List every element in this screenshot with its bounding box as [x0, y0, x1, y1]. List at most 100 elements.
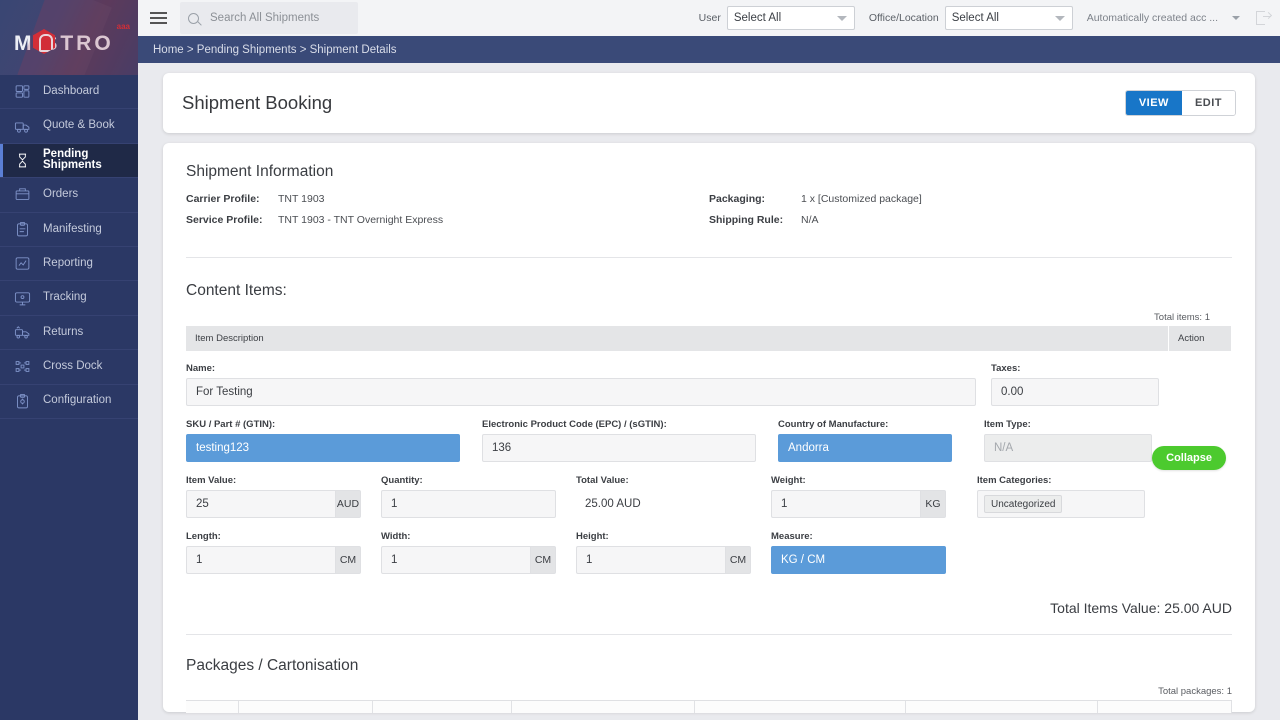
field-measure: Measure: KG / CM [771, 531, 946, 574]
hamburger-icon[interactable] [138, 0, 178, 36]
shipment-info-left-column: Carrier Profile: TNT 1903 Service Profile:… [186, 193, 709, 235]
content-item-form: Name: For Testing Taxes: 0.00 SKU / Part… [163, 351, 1255, 574]
label-total-value: Total Value: [576, 475, 629, 486]
chevron-down-icon [1232, 16, 1240, 20]
info-row: Shipping Rule: N/A [709, 214, 1232, 226]
view-edit-toggle: VIEW EDIT [1124, 90, 1236, 116]
suffix-item-value-currency: AUD [335, 490, 361, 518]
suffix-width-unit: CM [530, 546, 556, 574]
input-item-type[interactable]: N/A [984, 434, 1152, 462]
office-filter-select[interactable]: Select All [944, 6, 1073, 30]
total-items-count: Total items: 1 [1154, 312, 1210, 323]
sidebar-item-returns[interactable]: Returns [0, 316, 138, 351]
monitor-tracking-icon [10, 288, 34, 308]
truck-quote-icon [10, 116, 34, 136]
shipment-information-grid: Carrier Profile: TNT 1903 Service Profile:… [163, 193, 1255, 235]
form-row-values: Item Value: 25 AUD Quantity: 1 Total Val… [186, 475, 1232, 518]
user-filter-select[interactable]: Select All [726, 6, 855, 30]
packages-column-divider [186, 701, 239, 713]
packages-column-divider [238, 701, 374, 713]
sidebar-item-cross-dock[interactable]: Cross Dock [0, 350, 138, 385]
input-measure[interactable]: KG / CM [771, 546, 946, 574]
form-row-name: Name: For Testing Taxes: 0.00 [186, 363, 1232, 406]
edit-button[interactable]: EDIT [1181, 91, 1235, 115]
info-key: Shipping Rule: [709, 214, 784, 226]
search-icon [188, 12, 199, 24]
logo-hexagon-icon [33, 29, 55, 54]
search-box[interactable] [180, 2, 358, 34]
view-button[interactable]: VIEW [1125, 91, 1182, 115]
packages-heading: Packages / Cartonisation [186, 657, 359, 674]
input-weight[interactable]: 1 [771, 490, 920, 518]
sidebar-item-quote-book[interactable]: Quote & Book [0, 109, 138, 144]
chip-uncategorized[interactable]: Uncategorized [984, 495, 1063, 513]
input-height[interactable]: 1 [576, 546, 725, 574]
field-weight: Weight: 1 KG [771, 475, 946, 518]
sidebar-item-label: Reporting [43, 256, 93, 269]
search-input[interactable] [210, 12, 350, 24]
page-title-card: Shipment Booking VIEW EDIT [163, 73, 1255, 133]
label-taxes: Taxes: [991, 363, 1021, 374]
input-name[interactable]: For Testing [186, 378, 976, 406]
office-filter-value: Select All [951, 12, 999, 24]
sidebar-item-label: Returns [43, 325, 84, 338]
sidebar-item-label: Tracking [43, 291, 87, 304]
hourglass-icon [10, 150, 34, 170]
sidebar-item-dashboard[interactable]: Dashboard [0, 75, 138, 110]
packages-column-divider [694, 701, 906, 713]
suffix-length-unit: CM [335, 546, 361, 574]
form-row-identifiers: SKU / Part # (GTIN): testing123 Electron… [186, 419, 1232, 462]
collapse-button[interactable]: Collapse [1152, 446, 1226, 470]
sidebar-item-label: Configuration [43, 394, 112, 407]
clipboard-icon [10, 219, 34, 239]
topbar-right-controls: User Select All Office/Location Select A… [699, 6, 1280, 30]
sidebar-item-reporting[interactable]: Reporting [0, 247, 138, 282]
packages-table-header [186, 700, 1233, 713]
sidebar-item-pending-shipments[interactable]: Pending Shipments [0, 143, 138, 179]
content-items-table-header: Item Description Action [186, 326, 1232, 351]
input-length[interactable]: 1 [186, 546, 335, 574]
user-filter-value: Select All [733, 12, 782, 24]
info-row: Service Profile: TNT 1903 - TNT Overnight… [186, 214, 709, 226]
breadcrumb[interactable]: Home > Pending Shipments > Shipment Deta… [138, 36, 1280, 63]
input-country-of-manufacture[interactable]: Andorra [778, 434, 952, 462]
sidebar-item-tracking[interactable]: Tracking [0, 281, 138, 316]
field-total-value: Total Value: 25.00 AUD [576, 475, 751, 518]
packages-column-divider [1097, 701, 1233, 713]
total-items-value: Total Items Value: 25.00 AUD [1050, 600, 1232, 616]
input-epc[interactable]: 136 [482, 434, 756, 462]
packages-column-divider [373, 701, 513, 713]
sidebar-item-configuration[interactable]: Configuration [0, 385, 138, 419]
packages-column-divider [905, 701, 1098, 713]
logo-superscript: aaa [116, 22, 130, 31]
input-quantity[interactable]: 1 [381, 490, 556, 518]
account-selector[interactable]: Automatically created acc ... [1087, 12, 1240, 24]
chevron-down-icon [1054, 16, 1065, 21]
label-quantity: Quantity: [381, 475, 423, 486]
input-width[interactable]: 1 [381, 546, 530, 574]
total-packages-count: Total packages: 1 [1158, 686, 1232, 697]
field-name: Name: For Testing [186, 363, 976, 406]
sidebar-item-orders[interactable]: Orders [0, 178, 138, 213]
logo-mark: M STRO aaa [14, 22, 130, 56]
label-measure: Measure: [771, 531, 813, 542]
main-content: Shipment Booking VIEW EDIT Shipment Info… [138, 63, 1280, 720]
input-item-categories[interactable]: Uncategorized [977, 490, 1145, 518]
app-logo[interactable]: M STRO aaa [0, 0, 138, 75]
sidebar-item-label: Pending Shipments [43, 147, 102, 172]
field-quantity: Quantity: 1 [381, 475, 556, 518]
sidebar-nav: Dashboard Quote & Book Pending Shipments Or… [0, 75, 138, 419]
input-taxes[interactable]: 0.00 [991, 378, 1159, 406]
user-filter-label: User [698, 12, 721, 24]
account-value: Automatically created acc ... [1086, 12, 1218, 24]
logout-icon[interactable] [1256, 10, 1273, 26]
chart-report-icon [10, 254, 34, 274]
field-country-of-manufacture: Country of Manufacture: Andorra [778, 419, 952, 462]
input-item-value[interactable]: 25 [186, 490, 335, 518]
label-item-categories: Item Categories: [977, 475, 1052, 486]
label-width: Width: [381, 531, 411, 542]
config-clipboard-icon [10, 391, 34, 411]
input-sku[interactable]: testing123 [186, 434, 460, 462]
form-row-dimensions: Length: 1 CM Width: 1 CM Height: 1 CM Me… [186, 531, 1232, 574]
sidebar-item-manifesting[interactable]: Manifesting [0, 213, 138, 247]
